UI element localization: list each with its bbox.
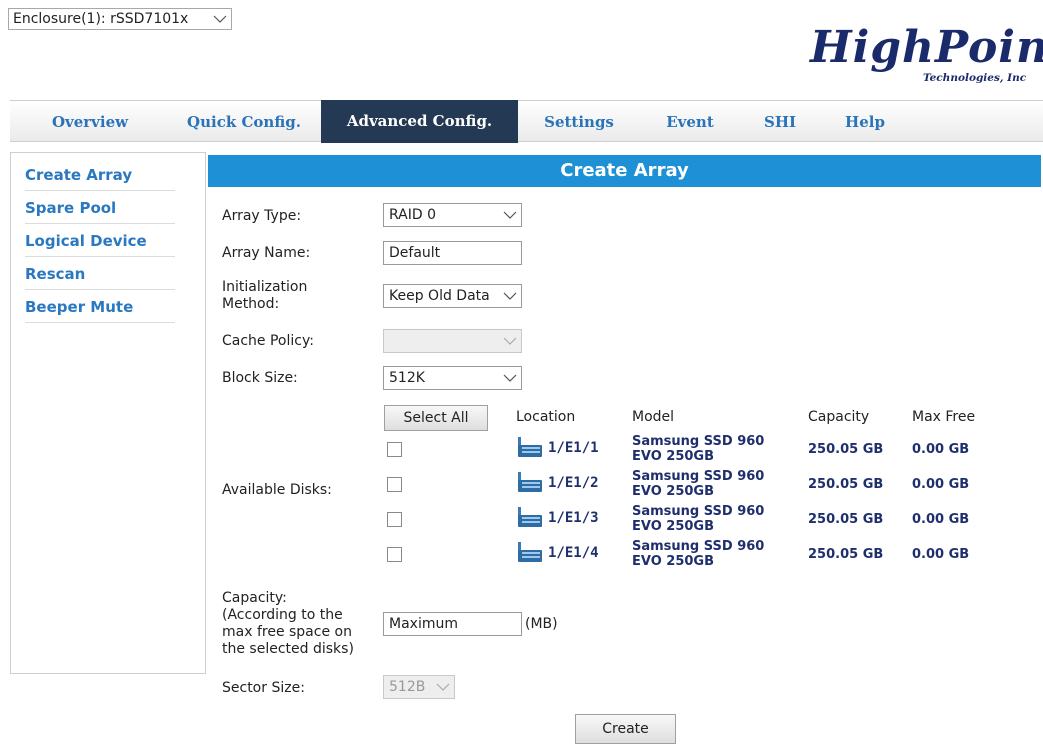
- disk-drive-icon: [518, 472, 542, 492]
- sidebar-item-spare-pool[interactable]: Spare Pool: [25, 192, 175, 224]
- disk-capacity: 250.05 GB: [808, 547, 884, 562]
- sidebar: Create Array Spare Pool Logical Device R…: [10, 152, 206, 674]
- array-type-select[interactable]: RAID 0: [383, 203, 522, 227]
- disk-drive-icon: [518, 437, 542, 457]
- disk-drive-icon: [518, 507, 542, 527]
- disk-model-line1: Samsung SSD 960: [632, 434, 765, 449]
- enclosure-select[interactable]: Enclosure(1): rSSD7101x: [8, 8, 232, 30]
- chevron-down-icon: [503, 337, 517, 345]
- sidebar-item-rescan[interactable]: Rescan: [25, 258, 175, 290]
- disk-drive-icon: [518, 542, 542, 562]
- disk-max-free: 0.00 GB: [912, 512, 970, 527]
- disk-max-free: 0.00 GB: [912, 477, 970, 492]
- sidebar-item-create-array[interactable]: Create Array: [25, 159, 175, 191]
- enclosure-select-value: Enclosure(1): rSSD7101x: [13, 11, 189, 27]
- column-location: Location: [516, 409, 576, 425]
- main-nav: Overview Quick Config. Advanced Config. …: [10, 100, 1043, 143]
- init-method-value: Keep Old Data: [389, 288, 490, 304]
- tab-quick-config[interactable]: Quick Config.: [170, 101, 318, 142]
- capacity-label-line4: the selected disks): [222, 641, 354, 657]
- chevron-down-icon: [503, 211, 517, 219]
- array-type-label: Array Type:: [222, 208, 302, 224]
- disk-capacity: 250.05 GB: [808, 512, 884, 527]
- capacity-input[interactable]: Maximum: [383, 612, 522, 636]
- disk-checkbox[interactable]: [387, 547, 402, 562]
- array-name-input[interactable]: Default: [383, 241, 522, 265]
- highpoint-logo: HighPoint Technologies, Inc: [810, 22, 1043, 92]
- chevron-down-icon: [436, 683, 450, 691]
- chevron-down-icon: [213, 15, 227, 23]
- logo-sub-text: Technologies, Inc: [923, 72, 1027, 84]
- disk-checkbox[interactable]: [387, 442, 402, 457]
- chevron-down-icon: [503, 292, 517, 300]
- init-method-select[interactable]: Keep Old Data: [383, 284, 522, 308]
- disk-model-line2: EVO 250GB: [632, 484, 715, 499]
- cache-policy-select[interactable]: [383, 329, 522, 353]
- column-capacity: Capacity: [808, 409, 870, 425]
- sector-size-label: Sector Size:: [222, 680, 305, 696]
- sidebar-item-logical-device[interactable]: Logical Device: [25, 225, 175, 257]
- disk-location: 1/E1/2: [548, 475, 599, 491]
- disk-model-line2: EVO 250GB: [632, 519, 715, 534]
- tab-shi[interactable]: SHI: [755, 101, 805, 142]
- disk-model-line2: EVO 250GB: [632, 554, 715, 569]
- array-name-label: Array Name:: [222, 245, 311, 261]
- sector-size-select[interactable]: 512B: [383, 675, 455, 699]
- block-size-label: Block Size:: [222, 370, 298, 386]
- cache-policy-label: Cache Policy:: [222, 333, 314, 349]
- capacity-value: Maximum: [389, 616, 458, 632]
- disk-location: 1/E1/1: [548, 440, 599, 456]
- block-size-value: 512K: [389, 370, 425, 386]
- capacity-label-line2: (According to the: [222, 607, 343, 623]
- disk-row: 1/E1/1 Samsung SSD 960 EVO 250GB 250.05 …: [383, 434, 1003, 468]
- tab-help[interactable]: Help: [835, 101, 895, 142]
- disk-row: 1/E1/4 Samsung SSD 960 EVO 250GB 250.05 …: [383, 539, 1003, 573]
- disk-max-free: 0.00 GB: [912, 442, 970, 457]
- sector-size-value: 512B: [389, 679, 426, 695]
- available-disks-label: Available Disks:: [222, 482, 332, 498]
- init-method-label-line1: Initialization: [222, 279, 308, 295]
- disk-max-free: 0.00 GB: [912, 547, 970, 562]
- column-model: Model: [632, 409, 675, 425]
- page-title: Create Array: [208, 155, 1041, 187]
- disk-checkbox[interactable]: [387, 477, 402, 492]
- tab-overview[interactable]: Overview: [30, 101, 150, 142]
- tab-event[interactable]: Event: [650, 101, 730, 142]
- create-button[interactable]: Create: [575, 714, 676, 744]
- tab-settings[interactable]: Settings: [532, 101, 626, 142]
- capacity-label-line1: Capacity:: [222, 590, 287, 606]
- disk-model-line1: Samsung SSD 960: [632, 469, 765, 484]
- array-type-value: RAID 0: [389, 207, 437, 223]
- sidebar-item-beeper-mute[interactable]: Beeper Mute: [25, 291, 175, 323]
- array-name-value: Default: [389, 245, 441, 261]
- logo-main-text: HighPoint: [810, 22, 1043, 73]
- disk-capacity: 250.05 GB: [808, 442, 884, 457]
- disk-checkbox[interactable]: [387, 512, 402, 527]
- tab-advanced-config[interactable]: Advanced Config.: [321, 100, 518, 143]
- disk-model-line2: EVO 250GB: [632, 449, 715, 464]
- block-size-select[interactable]: 512K: [383, 366, 522, 390]
- capacity-label-line3: max free space on: [222, 624, 352, 640]
- disk-row: 1/E1/2 Samsung SSD 960 EVO 250GB 250.05 …: [383, 469, 1003, 503]
- disk-location: 1/E1/4: [548, 545, 599, 561]
- capacity-unit: (MB): [525, 616, 558, 632]
- disk-location: 1/E1/3: [548, 510, 599, 526]
- init-method-label-line2: Method:: [222, 296, 280, 312]
- disk-capacity: 250.05 GB: [808, 477, 884, 492]
- disk-model-line1: Samsung SSD 960: [632, 504, 765, 519]
- disk-model-line1: Samsung SSD 960: [632, 539, 765, 554]
- column-max-free: Max Free: [912, 409, 976, 425]
- chevron-down-icon: [503, 374, 517, 382]
- select-all-button[interactable]: Select All: [384, 405, 488, 431]
- disk-row: 1/E1/3 Samsung SSD 960 EVO 250GB 250.05 …: [383, 504, 1003, 538]
